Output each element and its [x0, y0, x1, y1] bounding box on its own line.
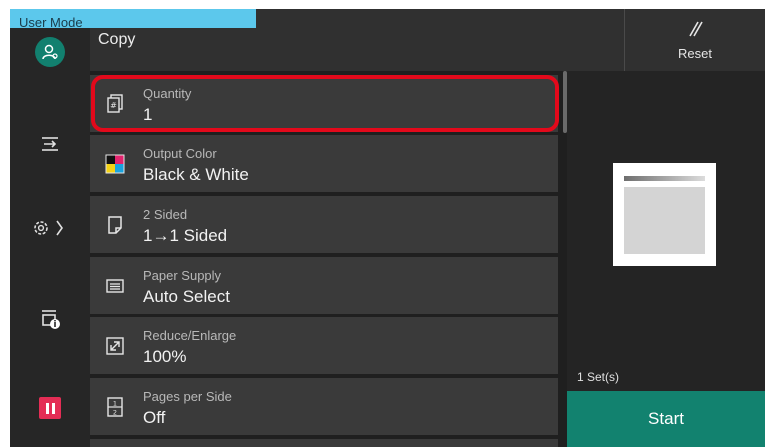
pages-per-side-icon: 1 2	[104, 396, 126, 418]
setting-quantity[interactable]: # Quantity 1	[90, 75, 559, 132]
user-mode-tab[interactable]: User Mode	[10, 9, 256, 28]
job-flow-button[interactable]	[10, 124, 90, 168]
settings-icon	[30, 217, 70, 243]
printer-info-icon	[39, 307, 61, 335]
setting-value: 100%	[143, 347, 187, 366]
device-settings-button[interactable]	[10, 208, 90, 252]
setting-value: 1	[143, 105, 153, 124]
svg-text:1: 1	[113, 400, 117, 408]
reset-button[interactable]: Reset	[624, 9, 765, 71]
paper-supply-icon	[104, 275, 126, 297]
svg-text:2: 2	[113, 409, 117, 417]
reset-icon	[684, 20, 706, 42]
start-button[interactable]: Start	[567, 391, 765, 447]
setting-value: Auto Select	[143, 287, 230, 306]
user-mode-label: User Mode	[19, 15, 83, 28]
pause-icon	[39, 397, 61, 419]
copy-screen: Copy Reset # Quantity 1 Output Color Bla…	[10, 9, 765, 447]
setting-value: Off	[143, 408, 166, 427]
user-button[interactable]	[10, 30, 90, 74]
setting-label: Paper Supply	[143, 268, 222, 283]
pause-button[interactable]	[10, 386, 90, 430]
setting-next-partial[interactable]	[90, 439, 558, 447]
setting-value: Black & White	[143, 165, 249, 184]
paper-preview-content	[624, 187, 705, 254]
setting-paper-supply[interactable]: Paper Supply Auto Select	[90, 257, 558, 314]
setting-label: Quantity	[143, 86, 192, 101]
job-flow-icon	[39, 134, 61, 158]
reset-label: Reset	[678, 45, 712, 61]
setting-label: Pages per Side	[143, 389, 232, 404]
start-label: Start	[648, 409, 684, 428]
page-title: Copy	[98, 31, 136, 48]
svg-text:#: #	[110, 101, 117, 110]
setting-reduce-enlarge[interactable]: Reduce/Enlarge 100%	[90, 317, 558, 374]
setting-label: Output Color	[143, 146, 217, 161]
setting-pages-per-side[interactable]: 1 2 Pages per Side Off	[90, 378, 558, 435]
reduce-enlarge-icon	[104, 335, 126, 357]
setting-output-color[interactable]: Output Color Black & White	[90, 135, 558, 192]
setting-value: 1→1 Sided	[143, 226, 228, 245]
paper-preview	[613, 163, 716, 266]
output-color-icon	[104, 153, 126, 175]
paper-preview-header-bar	[624, 176, 705, 181]
quantity-icon: #	[104, 93, 126, 115]
setting-label: Reduce/Enlarge	[143, 328, 237, 343]
sets-count: 1 Set(s)	[577, 370, 620, 384]
highlight-box	[91, 75, 559, 132]
preview-panel: 1 Set(s) Start	[567, 71, 765, 447]
printer-info-button[interactable]	[10, 299, 90, 343]
settings-list: # Quantity 1 Output Color Black & White	[90, 71, 568, 447]
setting-label: 2 Sided	[143, 207, 188, 222]
setting-2-sided[interactable]: 2 Sided 1→1 Sided	[90, 196, 558, 253]
user-icon	[35, 37, 65, 67]
two-sided-icon	[104, 214, 126, 236]
left-rail	[10, 9, 90, 447]
